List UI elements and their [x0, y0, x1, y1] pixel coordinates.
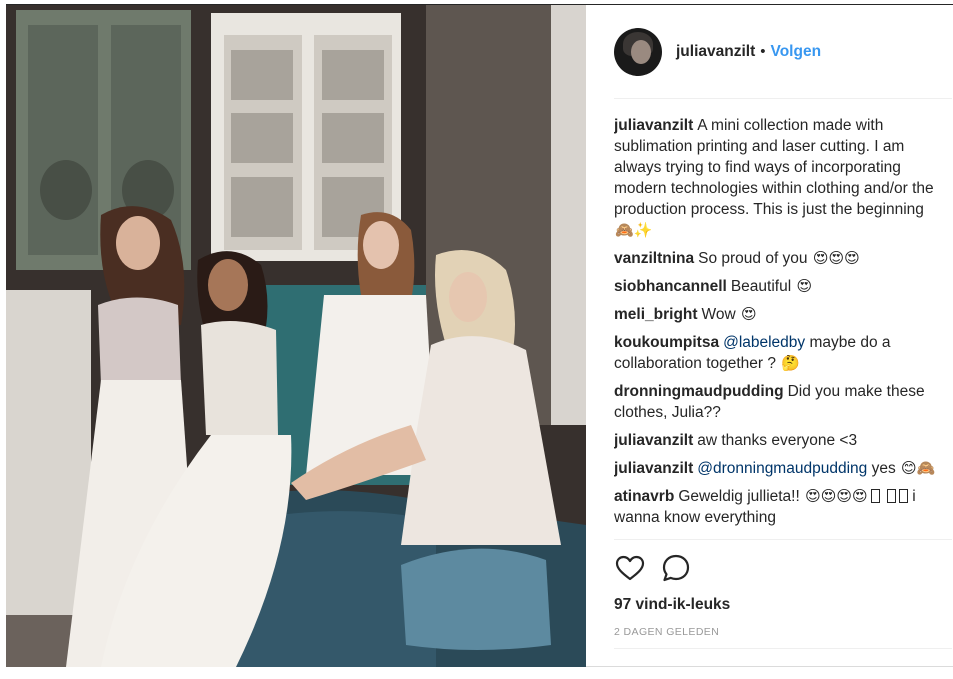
- post-header: juliavanzilt • Volgen: [614, 5, 952, 99]
- heart-icon[interactable]: [614, 552, 646, 584]
- comment-username[interactable]: atinavrb: [614, 488, 674, 505]
- post-side-panel: juliavanzilt • Volgen juliavanzilt A mini…: [586, 5, 953, 667]
- author-username[interactable]: juliavanzilt: [676, 43, 755, 61]
- caption-emoji: 🙈✨: [615, 222, 653, 239]
- post-timestamp[interactable]: 2 DAGEN GELEDEN: [614, 626, 719, 638]
- comment-username[interactable]: siobhancannell: [614, 278, 727, 295]
- comment-item: vanziltnina So proud of you 😍😍😍: [614, 248, 950, 269]
- comment-emoji: 😍😍😍: [812, 250, 860, 267]
- divider: [614, 648, 952, 649]
- comment-text: Geweldig jullieta!!: [678, 488, 800, 505]
- comment-username[interactable]: juliavanzilt: [614, 460, 693, 477]
- follow-button[interactable]: Volgen: [771, 43, 822, 61]
- comment-item: atinavrb Geweldig jullieta!! 😍😍😍😍 i wanna…: [614, 486, 950, 528]
- missing-glyph-icon: [886, 489, 896, 503]
- post-photo[interactable]: [6, 5, 586, 667]
- comment-username[interactable]: dronningmaudpudding: [614, 383, 784, 400]
- comment-mention[interactable]: @dronningmaudpudding: [697, 460, 867, 477]
- comment-item: koukoumpitsa @labeledby maybe do a collab…: [614, 332, 950, 374]
- missing-glyph-icon: [870, 489, 880, 503]
- comment-item: juliavanzilt @dronningmaudpudding yes 😊🙈: [614, 458, 950, 479]
- caption-author[interactable]: juliavanzilt: [614, 117, 693, 134]
- comment-username[interactable]: vanziltnina: [614, 250, 694, 267]
- separator-dot: •: [760, 43, 766, 60]
- comment-item: dronningmaudpudding Did you make these cl…: [614, 381, 950, 423]
- comment-text: yes: [871, 460, 896, 477]
- comment-emoji: 😍: [796, 278, 813, 295]
- post-actions: 97 vind-ik-leuks 2 DAGEN GELEDEN: [614, 539, 952, 667]
- likes-count[interactable]: 97 vind-ik-leuks: [614, 596, 730, 614]
- comment-emoji: 😍😍😍😍: [805, 488, 868, 505]
- comment-item: siobhancannell Beautiful 😍: [614, 276, 950, 297]
- comment-item: juliavanzilt aw thanks everyone <3: [614, 430, 950, 451]
- comment-emoji: 😍: [741, 306, 757, 323]
- comment-text: Beautiful: [730, 278, 792, 295]
- comment-text: So proud of you: [698, 250, 808, 267]
- caption: juliavanzilt A mini collection made with …: [614, 115, 950, 241]
- comment-text: Wow: [701, 306, 736, 323]
- instagram-post: juliavanzilt • Volgen juliavanzilt A mini…: [6, 4, 953, 667]
- comment-mention[interactable]: @labeledby: [723, 334, 805, 351]
- comment-item: meli_bright Wow 😍: [614, 304, 950, 325]
- comment-bubble-icon[interactable]: [660, 552, 692, 584]
- comment-emoji: 😊🙈: [901, 460, 936, 477]
- missing-glyph-icon: [898, 489, 908, 503]
- comment-username[interactable]: koukoumpitsa: [614, 334, 719, 351]
- comments-list[interactable]: juliavanzilt A mini collection made with …: [614, 115, 950, 539]
- comment-username[interactable]: juliavanzilt: [614, 432, 693, 449]
- comment-username[interactable]: meli_bright: [614, 306, 698, 323]
- comment-text: aw thanks everyone <3: [697, 432, 858, 449]
- avatar[interactable]: [614, 27, 662, 76]
- comment-emoji: 🤔: [781, 355, 801, 372]
